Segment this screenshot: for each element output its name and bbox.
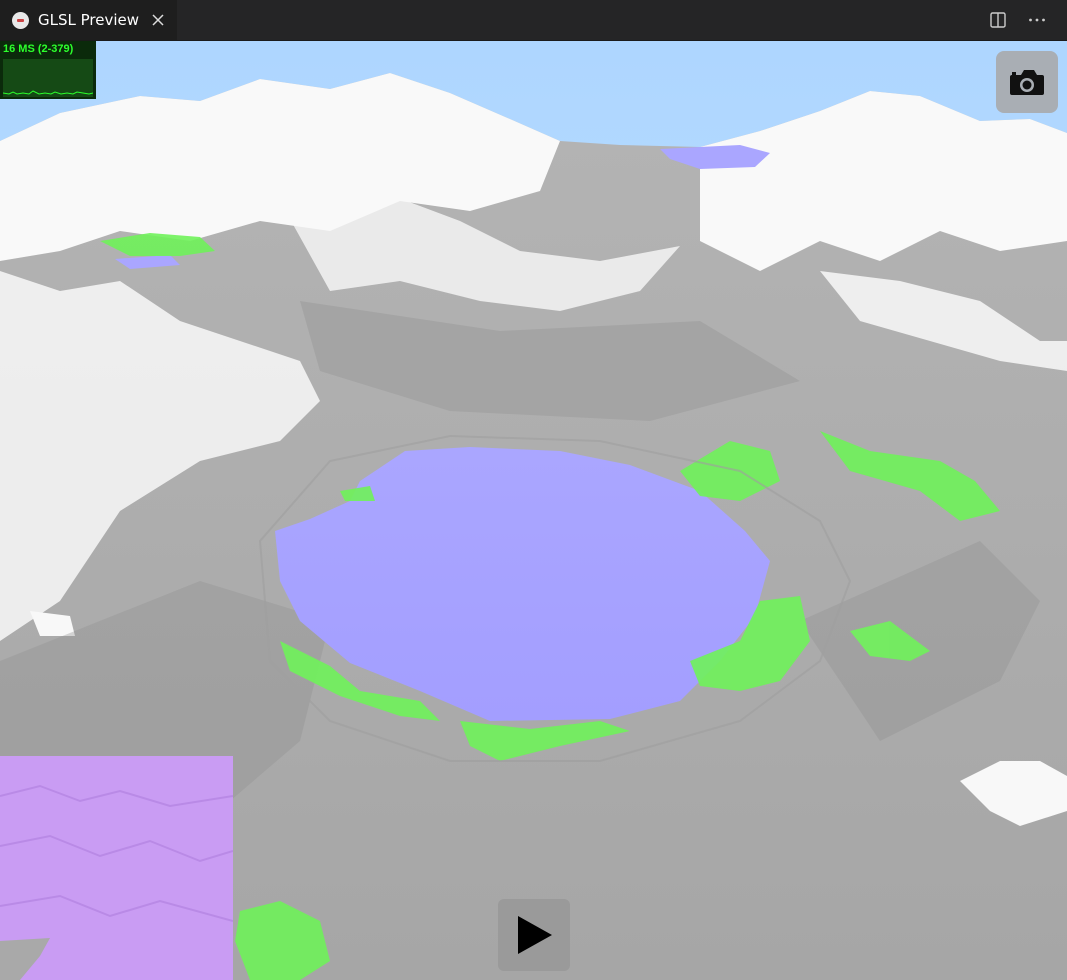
screenshot-button[interactable] xyxy=(996,51,1058,113)
tab-glsl-preview[interactable]: GLSL Preview xyxy=(0,0,177,40)
frame-time-label: 16 MS (2-379) xyxy=(3,43,74,55)
play-icon xyxy=(518,916,552,954)
frame-time-graph xyxy=(3,59,93,97)
play-button[interactable] xyxy=(498,899,570,971)
performance-stats-panel[interactable]: 16 MS (2-379) xyxy=(0,41,96,99)
editor-tab-bar: GLSL Preview xyxy=(0,0,1067,41)
glsl-file-icon xyxy=(12,11,29,29)
close-icon[interactable] xyxy=(151,13,165,27)
more-actions-icon[interactable] xyxy=(1027,10,1047,30)
minimap-overlay xyxy=(0,756,233,980)
shader-preview-canvas[interactable]: 16 MS (2-379) xyxy=(0,41,1067,980)
tab-title: GLSL Preview xyxy=(38,11,140,29)
camera-icon xyxy=(1010,70,1044,95)
split-editor-icon[interactable] xyxy=(988,10,1008,30)
